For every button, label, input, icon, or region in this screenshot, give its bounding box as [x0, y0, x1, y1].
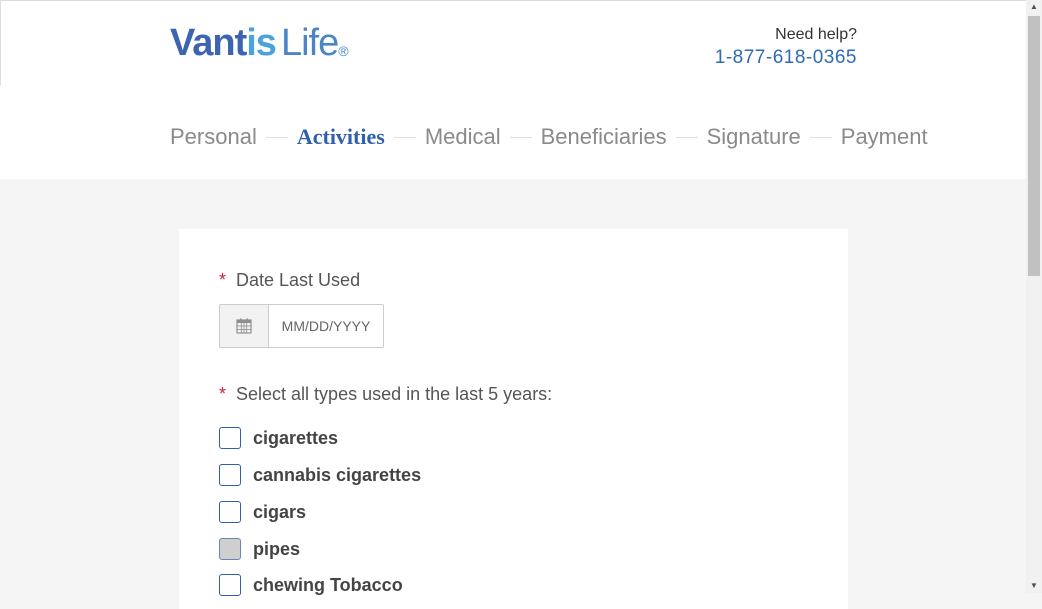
logo-text-life: Life: [280, 22, 339, 64]
help-contact: Need help? 1-877-618-0365: [715, 25, 857, 71]
option-cannabis-cigarettes[interactable]: cannabis cigarettes: [219, 462, 421, 488]
required-marker: *: [219, 384, 227, 404]
scroll-up-arrow-icon[interactable]: ▲: [1026, 0, 1042, 14]
logo-text-vant: Vant: [170, 22, 247, 64]
option-cigars[interactable]: cigars: [219, 499, 306, 525]
help-phone-link[interactable]: 1-877-618-0365: [715, 45, 857, 71]
header-top-bar: [0, 0, 1026, 85]
checkbox[interactable]: [219, 464, 241, 486]
date-last-used-label: * Date Last Used: [219, 270, 360, 291]
calendar-button[interactable]: [219, 304, 268, 348]
option-label: cannabis cigarettes: [253, 464, 422, 485]
scrollbar-thumb[interactable]: [1028, 16, 1040, 276]
calendar-icon: [236, 318, 252, 334]
step-payment[interactable]: Payment: [841, 124, 928, 150]
logo-text-is: is: [246, 22, 277, 64]
option-pipes[interactable]: pipes: [219, 536, 300, 562]
types-question-text: Select all types used in the last 5 year…: [236, 384, 553, 404]
step-activities[interactable]: Activities: [297, 124, 385, 150]
progress-steps: Personal Activities Medical Beneficiarie…: [170, 122, 928, 152]
option-cigarettes[interactable]: cigarettes: [219, 425, 338, 451]
date-last-used-label-text: Date Last Used: [236, 270, 361, 290]
option-label: cigars: [253, 501, 307, 522]
vantis-life-logo[interactable]: Vantis Life®: [170, 20, 349, 66]
step-signature[interactable]: Signature: [707, 124, 801, 150]
step-medical[interactable]: Medical: [425, 124, 501, 150]
checkbox[interactable]: [219, 501, 241, 523]
types-question-label: * Select all types used in the last 5 yea…: [219, 384, 552, 405]
step-divider: [393, 136, 416, 138]
vertical-scrollbar[interactable]: ▲ ▼: [1026, 0, 1042, 593]
option-label: cigarettes: [253, 427, 339, 448]
option-chewing-tobacco[interactable]: chewing Tobacco: [219, 572, 403, 598]
logo-registered-mark: ®: [338, 43, 348, 59]
option-label: pipes: [253, 538, 301, 559]
option-label: chewing Tobacco: [253, 574, 403, 595]
checkbox[interactable]: [219, 427, 241, 449]
required-marker: *: [219, 270, 227, 290]
step-personal[interactable]: Personal: [170, 124, 257, 150]
step-divider: [675, 136, 698, 138]
checkbox[interactable]: [219, 538, 241, 560]
page-header: Vantis Life® Need help? 1-877-618-0365 Pe…: [0, 0, 1026, 179]
help-label: Need help?: [775, 26, 857, 43]
form-card: * Date Last Used * Select all types used i…: [179, 229, 848, 609]
step-divider: [265, 136, 288, 138]
step-divider: [509, 136, 532, 138]
step-beneficiaries[interactable]: Beneficiaries: [541, 124, 667, 150]
date-last-used-input[interactable]: [268, 304, 384, 348]
scroll-down-arrow-icon[interactable]: ▼: [1026, 579, 1042, 593]
step-divider: [809, 136, 832, 138]
date-last-used-field: [219, 304, 384, 348]
